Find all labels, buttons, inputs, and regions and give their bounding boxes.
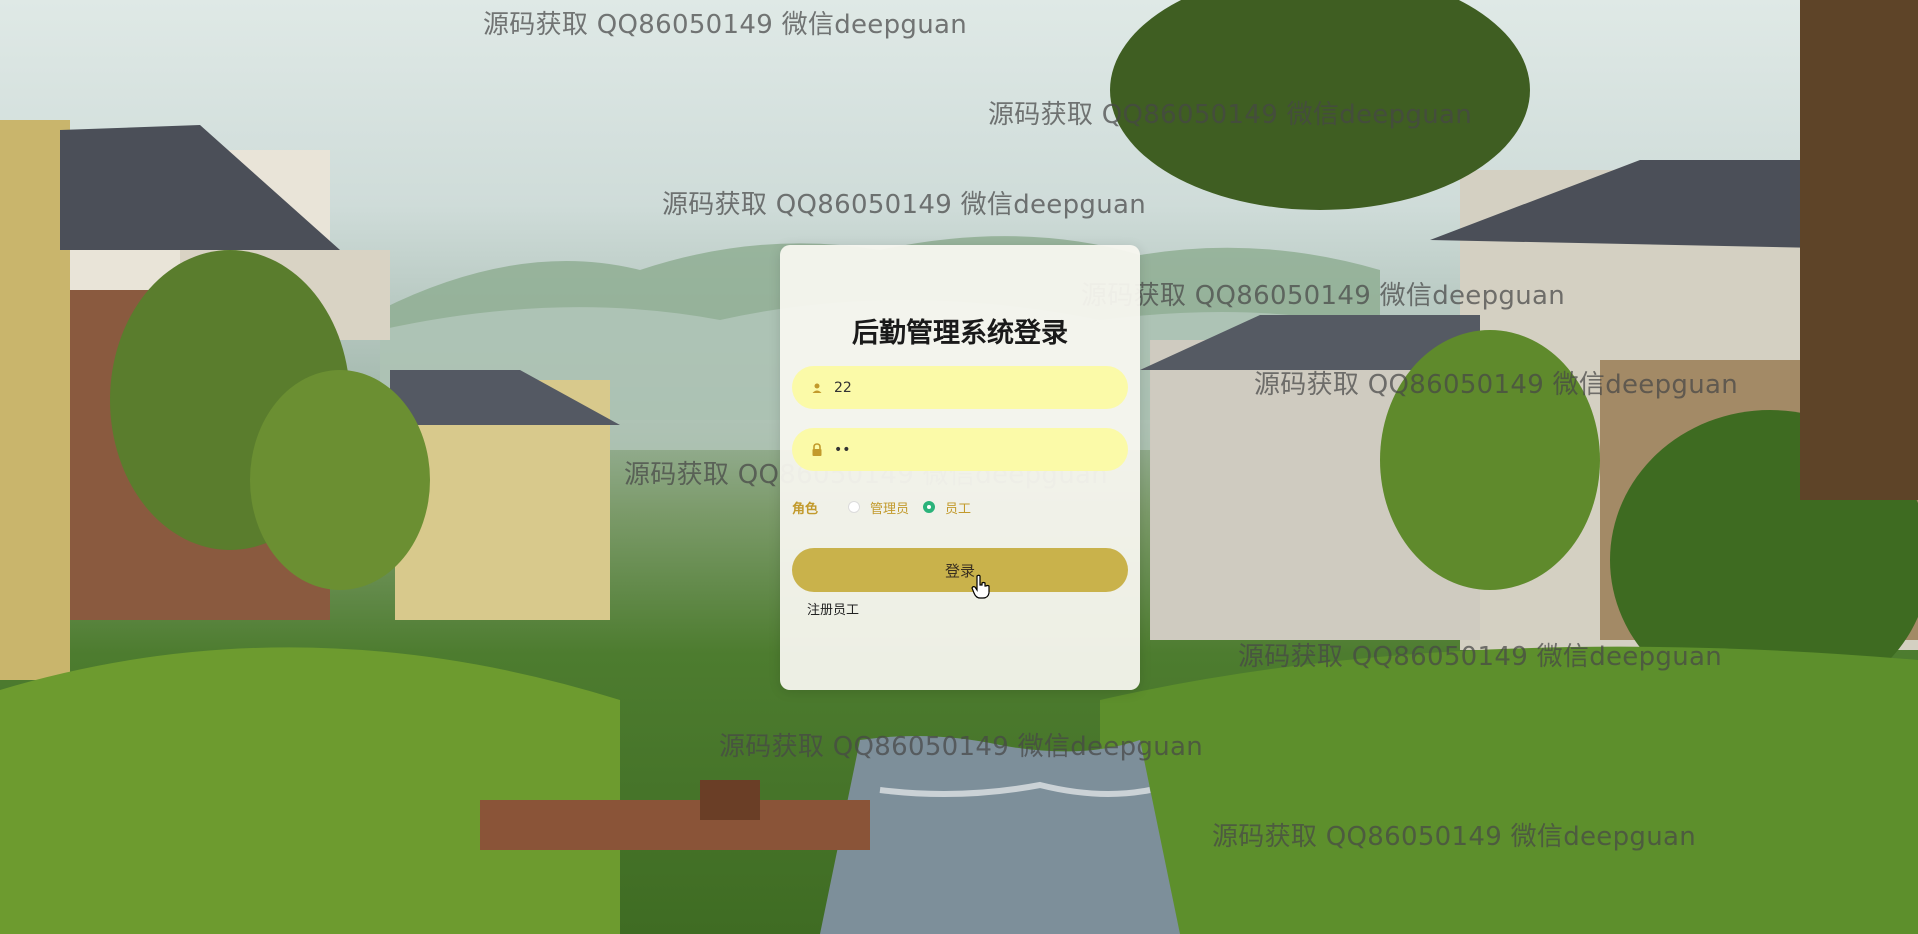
username-field[interactable]: 22: [792, 366, 1128, 409]
user-icon: [810, 381, 824, 395]
password-field[interactable]: ••: [792, 428, 1128, 471]
lock-icon: [810, 442, 824, 457]
username-value: 22: [834, 379, 852, 396]
login-title: 后勤管理系统登录: [852, 318, 1068, 349]
register-staff-link[interactable]: 注册员工: [807, 599, 859, 618]
password-mask: ••: [834, 441, 851, 458]
radio-staff[interactable]: [923, 501, 936, 513]
role-selector: 角色 管理员 员工: [792, 498, 985, 517]
radio-admin-label[interactable]: 管理员: [870, 498, 909, 517]
role-label: 角色: [792, 501, 819, 517]
hand-cursor-icon: [970, 574, 992, 600]
radio-staff-label[interactable]: 员工: [945, 498, 971, 517]
radio-admin[interactable]: [848, 501, 861, 513]
login-button[interactable]: 登录: [792, 548, 1128, 592]
login-card: 后勤管理系统登录 22 •• 角色 管理员 员工 登录 注册员工: [780, 245, 1140, 690]
